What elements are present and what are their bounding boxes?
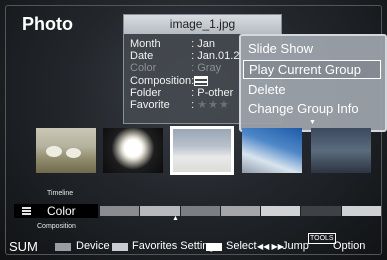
- select-label[interactable]: Select: [226, 233, 257, 260]
- enter-button-icon: [206, 243, 222, 251]
- info-value: : P-other: [191, 86, 234, 99]
- info-row-month: Month : Jan: [130, 38, 239, 50]
- info-key: Favorite: [130, 99, 170, 112]
- options-menu: Slide Show Play Current Group Delete Cha…: [239, 34, 387, 132]
- info-row-composition: Composition:: [130, 75, 239, 87]
- color-bar-segment[interactable]: [100, 206, 140, 216]
- menu-item-slide-show[interactable]: Slide Show: [243, 40, 384, 58]
- info-row-favorite: Favorite: ★★★: [130, 99, 239, 111]
- sort-current-label: Color: [47, 204, 76, 218]
- info-key: Date: [130, 50, 154, 63]
- info-value: : Jan: [191, 38, 215, 50]
- thumbnail-dark[interactable]: [311, 128, 371, 173]
- jump-label[interactable]: Jump: [282, 233, 309, 260]
- color-bar-segment[interactable]: [220, 206, 261, 216]
- info-key: Composition: [130, 74, 192, 87]
- info-key: Color: [130, 62, 157, 75]
- favorite-star-icon: ★★★: [197, 99, 230, 112]
- color-bar-segment[interactable]: [261, 206, 301, 216]
- option-label[interactable]: Option: [333, 233, 365, 260]
- green-button-icon: [112, 243, 128, 251]
- skip-arrows-icon: ◀◀ ▶▶: [257, 242, 284, 251]
- menu-item-delete[interactable]: Delete: [243, 81, 384, 99]
- device-label[interactable]: Device: [76, 233, 110, 260]
- favorites-setting-label[interactable]: Favorites Setting: [132, 233, 215, 260]
- photo-browser-screen: Photo image_1.jpg Month : Jan Date : Jan.0…: [0, 0, 387, 260]
- color-bar-segment[interactable]: [301, 206, 341, 216]
- composition-lines-icon: [194, 75, 209, 86]
- color-bar-segment[interactable]: [341, 206, 381, 216]
- sheep-shape: [66, 148, 81, 158]
- footer-bar: SUM Device Favorites Setting Select ◀◀ ▶…: [0, 233, 387, 260]
- info-key: Month: [130, 38, 161, 50]
- page-title: Photo: [22, 14, 73, 34]
- info-value: : Gray: [191, 62, 222, 75]
- info-row-color: Color : Gray: [130, 62, 239, 74]
- info-table: Month : Jan Date : Jan.01.2 Color : Gray Co…: [130, 38, 239, 111]
- sheep-shape: [46, 146, 62, 157]
- sort-option-color[interactable]: Color: [14, 204, 98, 218]
- thumbnail-sheep[interactable]: [36, 128, 96, 173]
- info-value: :: [191, 99, 195, 112]
- color-bar-segment[interactable]: [180, 206, 220, 216]
- sort-option-timeline[interactable]: Timeline: [47, 190, 73, 197]
- sort-option-composition[interactable]: Composition: [37, 223, 76, 230]
- info-row-folder: Folder : P-other: [130, 87, 239, 99]
- thumbnail-mountain[interactable]: [242, 128, 302, 173]
- red-button-icon: [55, 243, 71, 251]
- info-row-date: Date : Jan.01.2: [130, 50, 239, 62]
- tools-button-icon: TOOLS: [308, 233, 336, 244]
- current-position-icon: ▲: [172, 215, 179, 222]
- scroll-down-icon[interactable]: ▼: [309, 119, 316, 126]
- menu-item-change-group-info[interactable]: Change Group Info: [243, 100, 384, 118]
- info-filename: image_1.jpg: [124, 15, 281, 34]
- info-value: : Jan.01.2: [191, 50, 240, 63]
- info-key: Folder: [130, 86, 162, 99]
- list-icon: [22, 207, 31, 215]
- menu-item-play-current-group[interactable]: Play Current Group: [243, 60, 381, 79]
- thumbnail-flower[interactable]: [103, 128, 163, 173]
- thumbnail-sky[interactable]: [170, 126, 234, 175]
- sum-label: SUM: [9, 239, 38, 254]
